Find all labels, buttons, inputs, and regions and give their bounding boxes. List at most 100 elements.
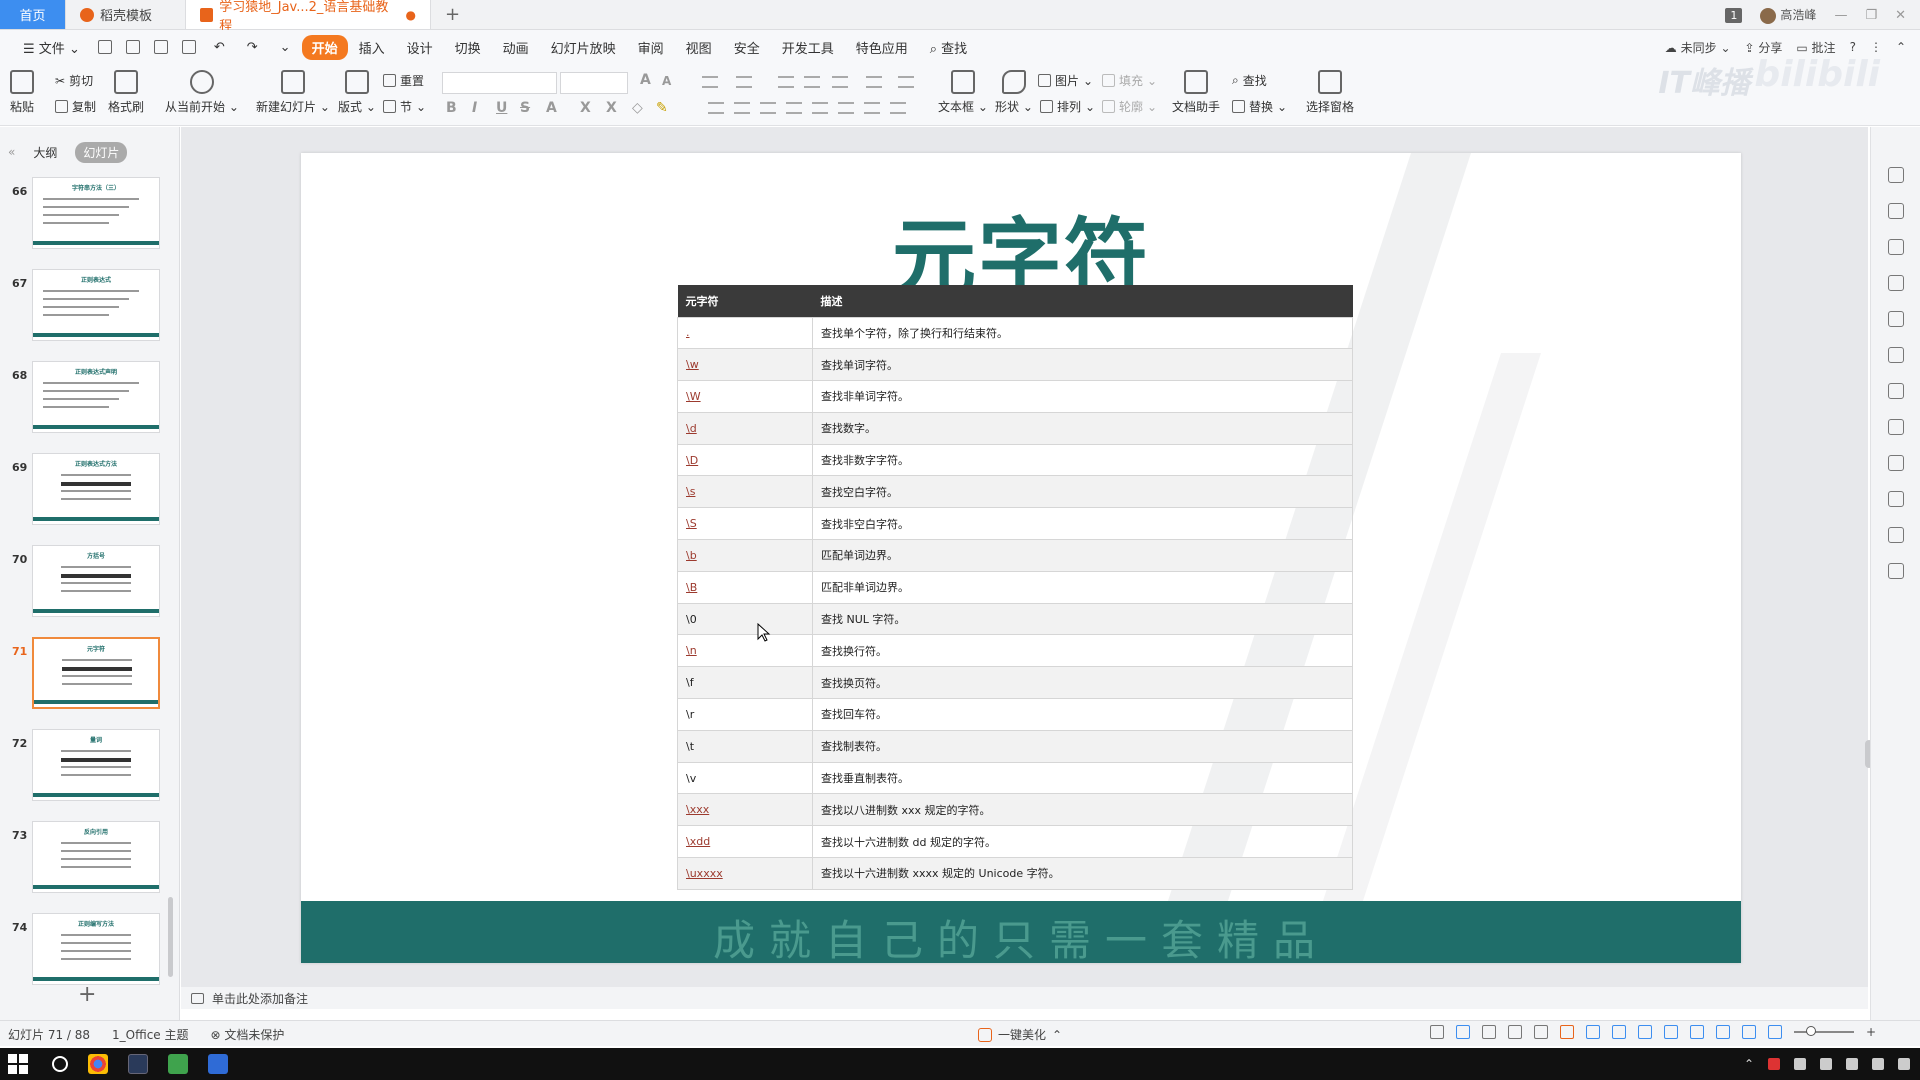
- zoom-knob[interactable]: [1806, 1026, 1816, 1036]
- slide-thumbnail-row[interactable]: 70 方括号: [0, 545, 180, 623]
- bold-icon[interactable]: B: [446, 100, 457, 116]
- skin-icon[interactable]: [1742, 1025, 1756, 1039]
- collapse-ribbon-icon[interactable]: ⌃: [1896, 40, 1906, 54]
- app-icon[interactable]: [168, 1054, 188, 1074]
- copy-button[interactable]: 复制: [55, 98, 96, 115]
- highlight-icon[interactable]: ✎: [656, 100, 668, 116]
- metacharacter-symbol[interactable]: \d: [677, 411, 813, 445]
- slide-thumbnail-row[interactable]: 71 元字符: [0, 637, 180, 715]
- user-account[interactable]: 高浩峰: [1760, 6, 1816, 24]
- menu-design[interactable]: 设计: [396, 34, 444, 61]
- slide-thumbnail[interactable]: 反向引用: [32, 821, 160, 893]
- slide-thumbnail[interactable]: 方括号: [32, 545, 160, 617]
- notes-toggle-icon[interactable]: [1430, 1025, 1444, 1039]
- slide-thumbnail[interactable]: 正则表达式: [32, 269, 160, 341]
- slide-thumbnail-row[interactable]: 72 量词: [0, 729, 180, 807]
- tab-document[interactable]: 学习猿地_Jav...2_语言基础教程 ●: [186, 0, 431, 34]
- menu-home[interactable]: 开始: [301, 34, 348, 60]
- menu-review[interactable]: 审阅: [627, 34, 675, 61]
- doc-assistant-button[interactable]: 文档助手: [1172, 70, 1220, 115]
- tab-close-icon[interactable]: ●: [406, 8, 416, 22]
- replace-button[interactable]: 替换 ⌄: [1232, 98, 1287, 115]
- font-color-icon[interactable]: A: [546, 100, 557, 116]
- volume-icon[interactable]: [1846, 1058, 1858, 1070]
- menu-search[interactable]: ⌕ 查找: [919, 34, 978, 61]
- pin-icon[interactable]: [1888, 167, 1904, 183]
- menu-insert[interactable]: 插入: [348, 34, 396, 61]
- current-slide[interactable]: 元字符 元字符 描述 . 查找单个字符，除了换行和行结束符。 \w 查找单词字符。 \W…: [301, 153, 1741, 963]
- bullet-list-icon[interactable]: [702, 76, 718, 88]
- font-family-select[interactable]: [442, 72, 557, 94]
- menu-file[interactable]: ☰ 文件 ⌄: [12, 34, 91, 61]
- undo-icon[interactable]: ↶: [203, 36, 236, 59]
- zoom-in-icon[interactable]: +: [1866, 1025, 1876, 1039]
- new-slide-button[interactable]: 新建幻灯片 ⌄: [256, 70, 330, 115]
- menu-slideshow[interactable]: 幻灯片放映: [540, 34, 627, 61]
- more-icon[interactable]: ⋮: [1870, 40, 1882, 54]
- slide-thumbnail-row[interactable]: 74 正则编写方法: [0, 913, 180, 991]
- italic-icon[interactable]: I: [472, 100, 477, 116]
- new-tab-button[interactable]: +: [431, 0, 474, 29]
- decrease-font-icon[interactable]: A: [662, 74, 671, 88]
- menu-transitions[interactable]: 切换: [444, 34, 492, 61]
- punctuation-icon[interactable]: [1612, 1025, 1626, 1039]
- slide-thumbnail-row[interactable]: 68 正则表达式声明: [0, 361, 180, 439]
- metacharacter-symbol[interactable]: \uxxxx: [677, 857, 813, 890]
- metacharacter-symbol[interactable]: \B: [677, 570, 813, 604]
- textbox-button[interactable]: 文本框 ⌄: [938, 70, 988, 115]
- play-from-current-button[interactable]: 从当前开始 ⌄: [165, 70, 239, 115]
- decrease-indent-icon[interactable]: [778, 76, 794, 88]
- close-window-icon[interactable]: ✕: [1895, 8, 1906, 23]
- share-panel-icon[interactable]: [1888, 383, 1904, 399]
- subscript-icon[interactable]: X: [606, 100, 617, 116]
- windows-start-icon[interactable]: [8, 1054, 28, 1074]
- arrange-button[interactable]: 排列 ⌄: [1040, 98, 1095, 115]
- print-preview-icon[interactable]: [181, 40, 196, 54]
- increase-font-icon[interactable]: A: [640, 72, 651, 88]
- customize-qa-icon[interactable]: ⌄: [269, 36, 302, 59]
- menu-features[interactable]: 特色应用: [845, 34, 919, 61]
- find-button[interactable]: ⌕ 查找: [1232, 72, 1267, 89]
- metacharacter-symbol[interactable]: \xxx: [677, 793, 813, 827]
- font-size-select[interactable]: [560, 72, 628, 94]
- distribute-icon[interactable]: [812, 102, 828, 114]
- tab-slides[interactable]: 幻灯片: [75, 141, 128, 163]
- columns-icon[interactable]: [832, 76, 848, 88]
- outline-button[interactable]: 轮廓 ⌄: [1102, 98, 1157, 115]
- settings-icon[interactable]: [1888, 311, 1904, 327]
- chrome-icon[interactable]: [88, 1054, 108, 1074]
- ime-settings-icon[interactable]: [1768, 1025, 1782, 1039]
- line-spacing-icon[interactable]: [898, 76, 914, 88]
- ime-icon[interactable]: [1560, 1025, 1574, 1039]
- save-icon[interactable]: [97, 40, 112, 54]
- metacharacter-symbol[interactable]: \b: [677, 539, 813, 572]
- menu-security[interactable]: 安全: [723, 34, 771, 61]
- metacharacter-symbol[interactable]: \W: [677, 380, 813, 413]
- theme-name[interactable]: 1_Office 主题: [112, 1026, 188, 1043]
- layout-button[interactable]: 版式 ⌄: [338, 70, 376, 115]
- maximize-icon[interactable]: ❐: [1865, 8, 1877, 23]
- sync-status[interactable]: ☁ 未同步 ⌄: [1665, 39, 1731, 56]
- increase-indent-icon[interactable]: [804, 76, 820, 88]
- justify-icon[interactable]: [786, 102, 802, 114]
- slide-thumbnail[interactable]: 正则表达式方法: [32, 453, 160, 525]
- slide-thumbnail[interactable]: 量词: [32, 729, 160, 801]
- slide-thumbnail[interactable]: 正则表达式声明: [32, 361, 160, 433]
- grid-icon[interactable]: [1888, 275, 1904, 291]
- cloud-icon[interactable]: [1794, 1058, 1806, 1070]
- reading-view-icon[interactable]: [1508, 1025, 1522, 1039]
- share-button[interactable]: ⇪ 分享: [1745, 39, 1783, 56]
- slideshow-view-icon[interactable]: [1534, 1025, 1548, 1039]
- clear-format-icon[interactable]: ◇: [632, 100, 643, 116]
- sorter-view-icon[interactable]: [1482, 1025, 1496, 1039]
- window-count-badge[interactable]: 1: [1725, 7, 1743, 23]
- fill-tool-icon[interactable]: [1888, 239, 1904, 255]
- slide-thumbnail-row[interactable]: 67 正则表达式: [0, 269, 180, 347]
- template-panel-icon[interactable]: [1888, 347, 1904, 363]
- help-icon[interactable]: ?: [1850, 40, 1856, 54]
- strikethrough-icon[interactable]: S: [520, 100, 530, 116]
- slide-thumbnail[interactable]: 元字符: [32, 637, 160, 709]
- tray-expand-icon[interactable]: ⌃: [1744, 1057, 1754, 1071]
- paste-button[interactable]: 粘贴: [10, 70, 34, 115]
- slide-thumbnail-row[interactable]: 69 正则表达式方法: [0, 453, 180, 531]
